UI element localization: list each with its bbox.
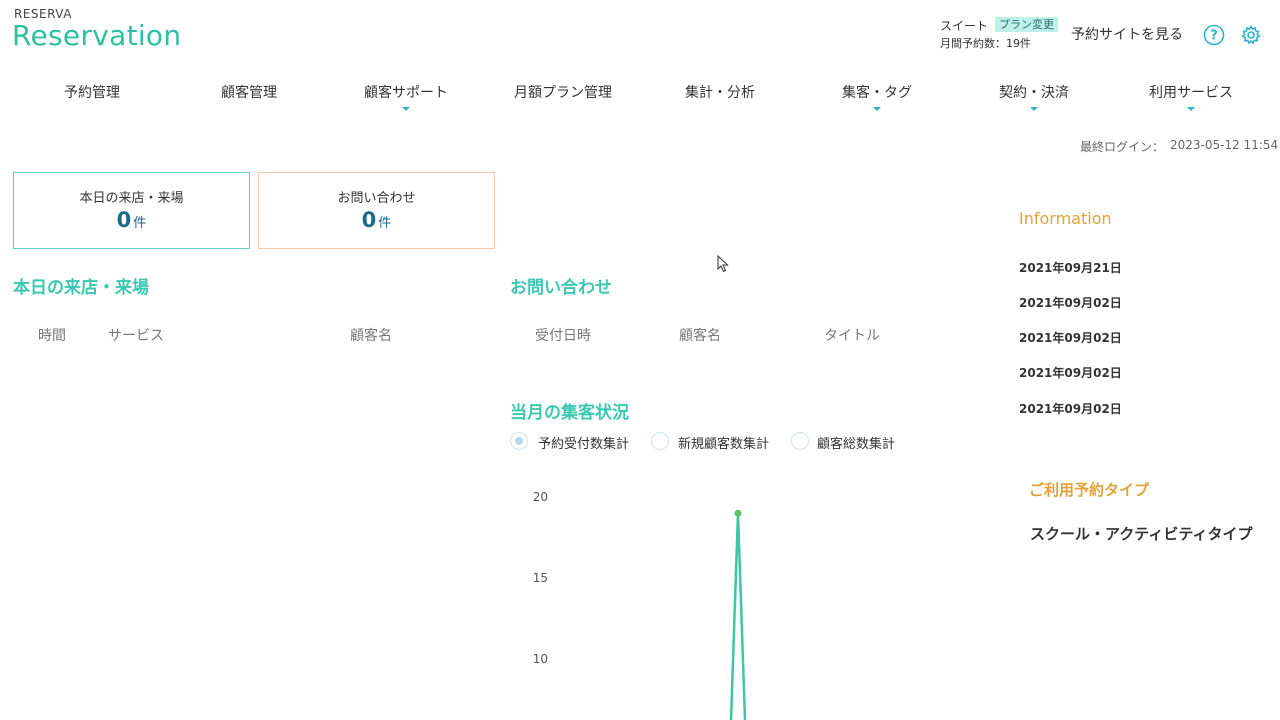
reservation-type-value: スクール・アクティビティタイプ — [1030, 525, 1253, 543]
nav-label: 利用サービス — [1149, 85, 1233, 101]
column-header-time: 時間 — [38, 328, 66, 344]
radio-reservations-count[interactable] — [510, 432, 528, 450]
information-title: Information — [1019, 209, 1112, 228]
visits-section-title: 本日の来店・来場 — [13, 278, 149, 298]
nav-label: 集計・分析 — [685, 85, 755, 101]
svg-text:?: ? — [1210, 29, 1218, 44]
brand-logo[interactable]: Reservation — [12, 19, 181, 52]
chevron-down-icon — [1187, 107, 1195, 111]
data-point — [734, 509, 742, 517]
radio-label: 顧客総数集計 — [817, 437, 896, 452]
last-login-value: 2023-05-12 11:54 — [1170, 138, 1279, 152]
chevron-down-icon — [402, 107, 410, 111]
information-item[interactable]: 2021年09月02日 — [1019, 364, 1122, 381]
information-item[interactable]: 2021年09月21日 — [1019, 259, 1122, 276]
view-reservation-site-link[interactable]: 予約サイトを見る — [1071, 24, 1183, 44]
nav-monthly-plans[interactable]: 月額プラン管理 — [485, 82, 641, 102]
series-line — [729, 513, 747, 720]
nav-label: 契約・決済 — [999, 85, 1069, 101]
nav-contract-payment[interactable]: 契約・決済 — [956, 82, 1112, 111]
information-item[interactable]: 2021年09月02日 — [1019, 400, 1122, 417]
column-header-customer: 顧客名 — [679, 328, 721, 344]
monthly-reservation-count: 月間予約数：19件 — [940, 37, 1031, 50]
nav-reservations[interactable]: 予約管理 — [14, 82, 170, 102]
card-title: お問い合わせ — [337, 191, 416, 206]
plan-name: スイート — [940, 19, 989, 33]
y-tick-label: 15 — [533, 571, 548, 585]
plan-change-button[interactable]: プラン変更 — [995, 17, 1058, 32]
radio-label: 予約受付数集計 — [538, 437, 630, 452]
nav-customers[interactable]: 顧客管理 — [171, 82, 327, 102]
inquiries-card[interactable]: お問い合わせ 0件 — [258, 172, 495, 249]
information-item[interactable]: 2021年09月02日 — [1019, 294, 1122, 311]
chevron-down-icon — [1030, 107, 1038, 111]
reservation-type-title: ご利用予約タイプ — [1029, 481, 1150, 499]
visits-today-card[interactable]: 本日の来店・来場 0件 — [13, 172, 250, 249]
column-header-title: タイトル — [824, 328, 880, 344]
information-item[interactable]: 2021年09月02日 — [1019, 329, 1122, 346]
nav-label: 予約管理 — [64, 85, 120, 101]
last-login-label: 最終ログイン： — [1080, 140, 1165, 154]
stats-section-title: 当月の集客状況 — [510, 403, 629, 423]
gear-icon[interactable] — [1240, 24, 1262, 46]
monthly-stats-chart: 20 15 10 — [533, 490, 747, 720]
nav-services[interactable]: 利用サービス — [1113, 82, 1269, 111]
column-header-service: サービス — [108, 328, 164, 344]
help-icon[interactable]: ? — [1203, 24, 1225, 46]
card-unit: 件 — [133, 216, 147, 231]
nav-label: 集客・タグ — [842, 85, 912, 101]
card-title: 本日の来店・来場 — [79, 191, 184, 206]
column-header-customer: 顧客名 — [350, 328, 392, 344]
mouse-cursor-icon — [717, 255, 729, 273]
card-unit: 件 — [378, 216, 392, 231]
column-header-received: 受付日時 — [535, 328, 591, 344]
nav-analytics[interactable]: 集計・分析 — [642, 82, 798, 102]
radio-new-customers[interactable] — [651, 432, 669, 450]
nav-marketing-tags[interactable]: 集客・タグ — [799, 82, 955, 111]
y-tick-label: 10 — [533, 652, 548, 666]
inquiry-section-title: お問い合わせ — [510, 278, 612, 298]
card-count: 0 — [116, 208, 132, 232]
radio-label: 新規顧客数集計 — [678, 437, 770, 452]
card-count: 0 — [361, 208, 377, 232]
y-tick-label: 20 — [533, 490, 548, 504]
nav-label: 月額プラン管理 — [514, 85, 612, 101]
radio-total-customers[interactable] — [791, 432, 809, 450]
nav-customer-support[interactable]: 顧客サポート — [328, 82, 484, 111]
nav-label: 顧客サポート — [364, 85, 448, 101]
chevron-down-icon — [873, 107, 881, 111]
nav-label: 顧客管理 — [221, 85, 277, 101]
